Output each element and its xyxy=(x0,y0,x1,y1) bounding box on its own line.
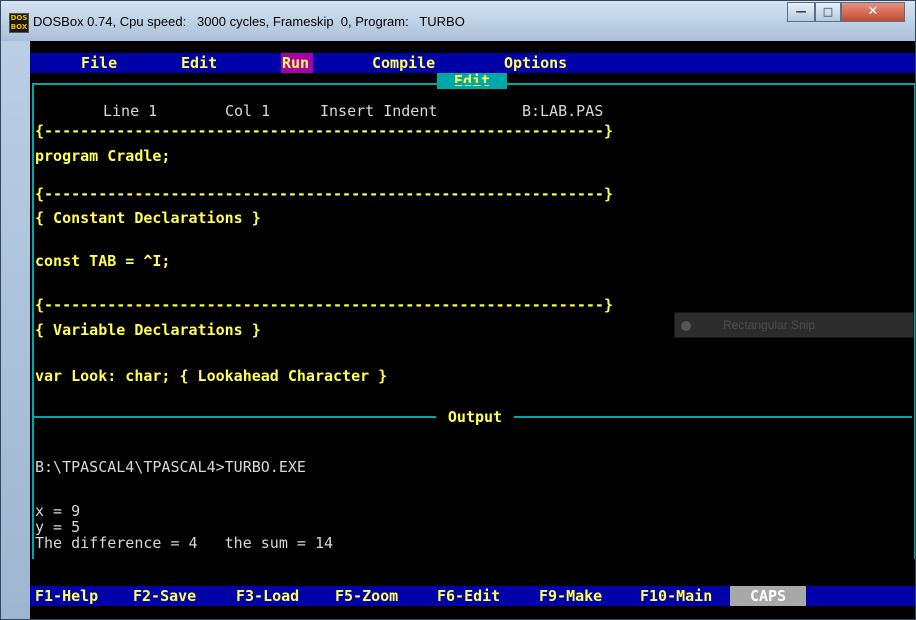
f3-load-key[interactable]: F3-Load xyxy=(236,586,299,606)
f9-make-key[interactable]: F9-Make xyxy=(539,586,602,606)
function-key-bar: F1-Help F2-Save F3-Load F5-Zoom F6-Edit … xyxy=(30,586,915,606)
f6-edit-key[interactable]: F6-Edit xyxy=(437,586,500,606)
output-line: B:\TPASCAL4\TPASCAL4>TURBO.EXE xyxy=(35,458,306,476)
menu-options[interactable]: Options xyxy=(504,53,567,73)
f2-save-key[interactable]: F2-Save xyxy=(133,586,196,606)
title-bar[interactable]: DOS BOX DOSBox 0.74, Cpu speed: 3000 cyc… xyxy=(1,1,915,41)
output-line: x = 9 xyxy=(35,502,81,520)
dosbox-app-icon: DOS BOX xyxy=(9,13,29,33)
editor-line-status: Line 1 xyxy=(103,102,158,120)
menu-run[interactable]: Run xyxy=(281,53,313,73)
f1-help-key[interactable]: F1-Help xyxy=(35,586,98,606)
window-title: DOSBox 0.74, Cpu speed: 3000 cycles, Fra… xyxy=(33,14,465,29)
maximize-button[interactable]: □ xyxy=(815,2,841,22)
output-line: The difference = 4 the sum = 14 xyxy=(35,534,334,552)
close-button[interactable]: ✕ xyxy=(841,2,905,22)
code-line[interactable]: var Look: char; { Lookahead Character } xyxy=(35,368,387,384)
minimize-button[interactable]: — xyxy=(787,2,815,22)
code-line[interactable]: {---------------------------------------… xyxy=(35,123,613,139)
menu-bar: File Edit Run Compile Options xyxy=(30,53,915,73)
menu-file[interactable]: File xyxy=(81,53,117,73)
code-line[interactable]: { Constant Declarations } xyxy=(35,210,261,226)
editor-mode-status: Insert Indent xyxy=(320,102,438,120)
code-line[interactable]: {---------------------------------------… xyxy=(35,297,613,313)
editor-col-status: Col 1 xyxy=(225,102,271,120)
caps-indicator: CAPS xyxy=(730,586,806,606)
menu-edit[interactable]: Edit xyxy=(181,53,217,73)
code-line[interactable]: program Cradle; xyxy=(35,148,170,164)
code-line[interactable]: { Variable Declarations } xyxy=(35,322,261,338)
f10-main-key[interactable]: F10-Main xyxy=(640,586,712,606)
menu-compile[interactable]: Compile xyxy=(372,53,435,73)
dosbox-window: DOS BOX DOSBox 0.74, Cpu speed: 3000 cyc… xyxy=(0,0,916,620)
snip-icon xyxy=(681,321,691,331)
code-line[interactable]: {---------------------------------------… xyxy=(35,186,613,202)
code-line[interactable]: const TAB = ^I; xyxy=(35,253,170,269)
snip-tooltip-text: Rectangular Snip xyxy=(723,318,816,332)
editor-filename: B:LAB.PAS xyxy=(522,102,604,120)
f5-zoom-key[interactable]: F5-Zoom xyxy=(335,586,398,606)
output-line: y = 5 xyxy=(35,518,81,536)
